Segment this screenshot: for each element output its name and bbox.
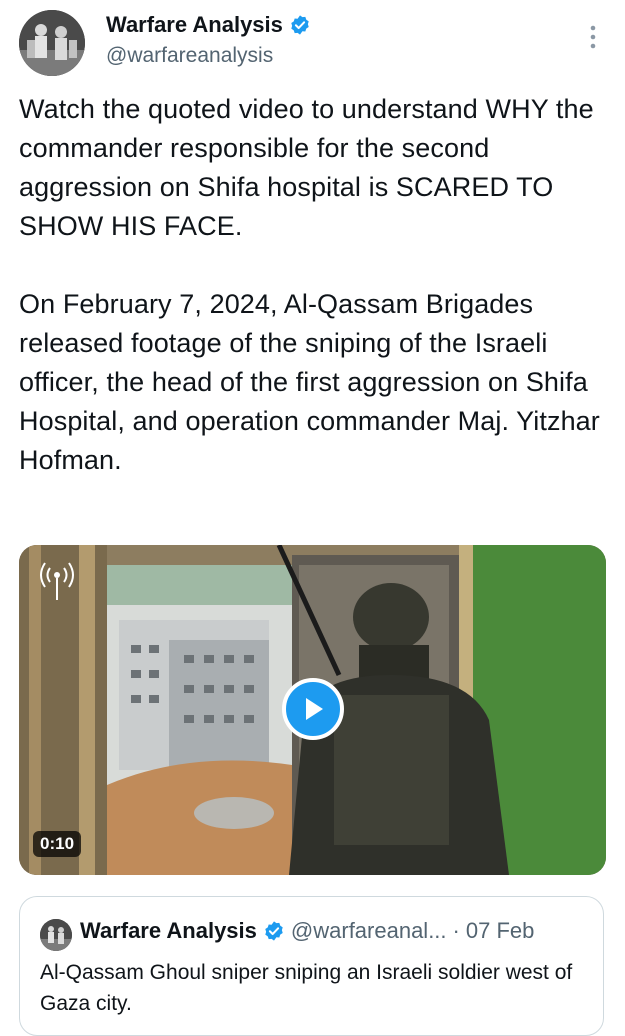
verified-badge-icon xyxy=(291,15,309,35)
quoted-date: 07 Feb xyxy=(465,918,535,943)
author-name-row[interactable]: Warfare Analysis xyxy=(106,12,311,38)
video-player[interactable]: 0:10 xyxy=(19,545,606,875)
more-options-icon[interactable] xyxy=(580,22,606,52)
quoted-author-name: Warfare Analysis xyxy=(80,918,257,943)
quoted-avatar-image xyxy=(40,919,72,951)
play-icon xyxy=(306,698,323,720)
quoted-text: Al-Qassam Ghoul sniper sniping an Israel… xyxy=(40,961,573,1015)
quoted-author-handle: @warfareanal... xyxy=(290,918,447,943)
author-handle[interactable]: @warfareanalysis xyxy=(106,44,273,68)
quoted-tweet[interactable]: Warfare Analysis @warfareanal... · 07 Fe… xyxy=(19,896,604,1036)
radio-broadcast-icon xyxy=(40,562,74,600)
avatar-image xyxy=(19,10,85,76)
quoted-header: Warfare Analysis @warfareanal... · 07 Fe… xyxy=(80,918,534,944)
author-name[interactable]: Warfare Analysis xyxy=(106,12,283,38)
quoted-author-avatar xyxy=(40,919,72,951)
author-avatar[interactable] xyxy=(19,10,85,76)
video-duration: 0:10 xyxy=(33,831,82,857)
quoted-separator: · xyxy=(452,918,460,943)
tweet-text: Watch the quoted video to understand WHY… xyxy=(19,94,600,475)
quoted-verified-badge-icon xyxy=(265,921,283,941)
play-button[interactable] xyxy=(282,678,344,740)
